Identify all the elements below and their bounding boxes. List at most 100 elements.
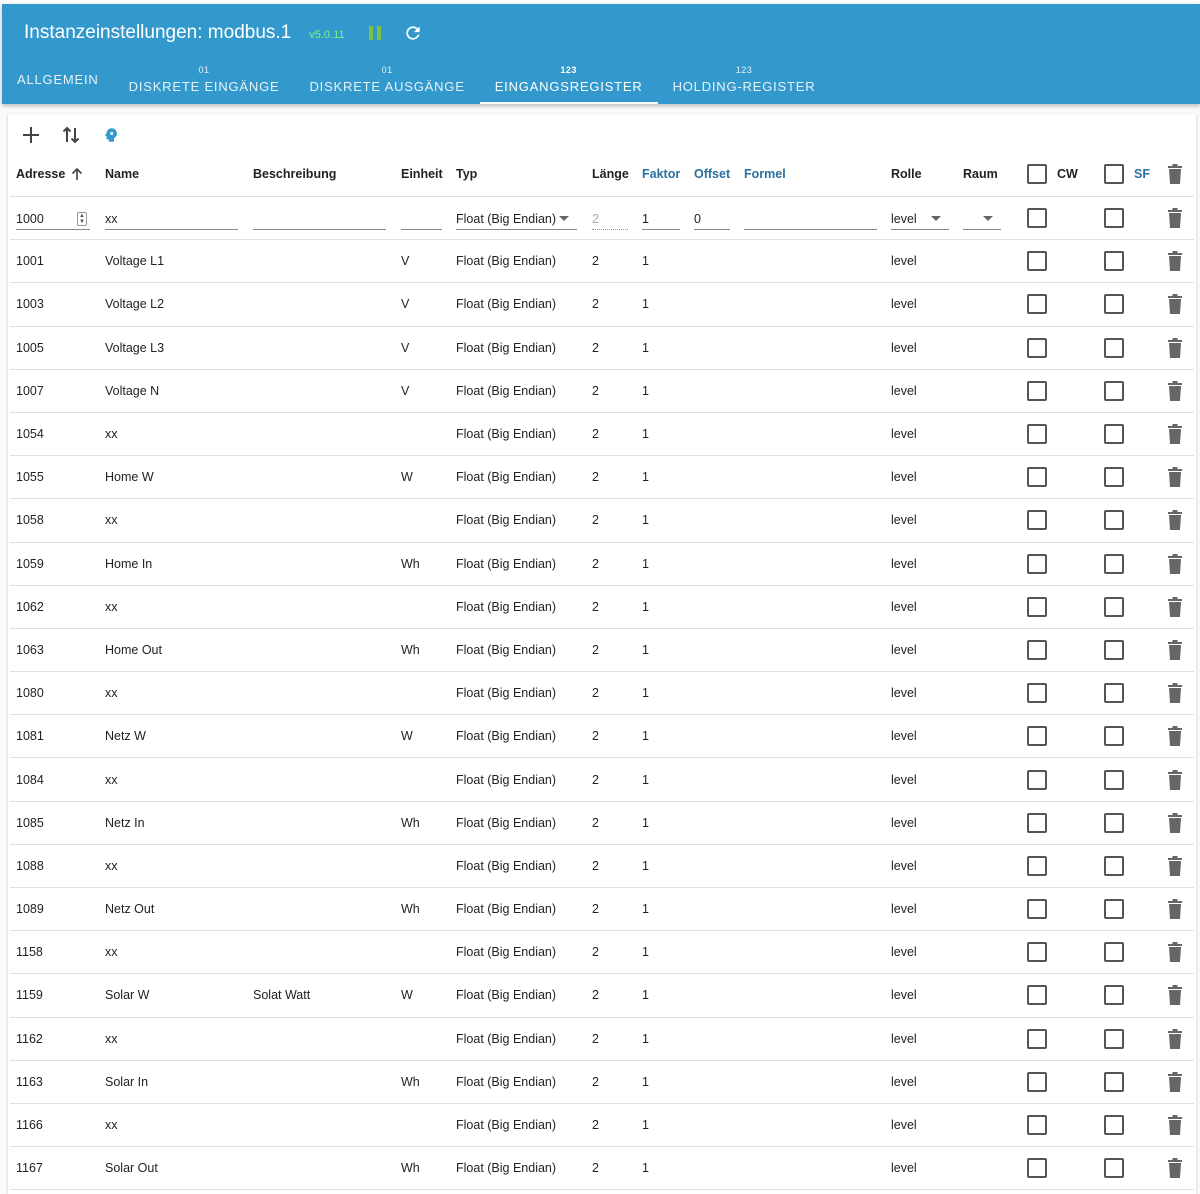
sf-checkbox[interactable] [1103,974,1125,1016]
trash-icon[interactable] [1167,208,1183,229]
sf-checkbox[interactable] [1103,1104,1125,1146]
checkbox[interactable] [1104,337,1124,358]
select-all-sf-checkbox[interactable] [1103,152,1125,196]
trash-icon[interactable] [1167,639,1183,660]
checkbox[interactable] [1104,985,1124,1006]
cw-checkbox[interactable] [1026,758,1048,800]
table-row[interactable]: 1159 Solar W Solat Watt W Float (Big End… [10,974,1194,1018]
checkbox[interactable] [1027,769,1047,790]
checkbox[interactable] [1104,510,1124,531]
table-row[interactable]: 1007 Voltage N V Float (Big Endian) 2 1 … [10,370,1194,413]
sf-checkbox[interactable] [1103,758,1125,800]
checkbox[interactable] [1104,467,1124,488]
cw-checkbox[interactable] [1026,1104,1048,1146]
delete-row-button[interactable] [1164,974,1186,1016]
trash-icon[interactable] [1167,683,1183,704]
sf-checkbox[interactable] [1103,802,1125,844]
delete-row-button[interactable] [1164,543,1186,585]
tab-eingangsregister[interactable]: 123 EINGANGSREGISTER [479,54,658,104]
trash-icon[interactable] [1167,985,1183,1006]
table-row[interactable]: 1005 Voltage L3 V Float (Big Endian) 2 1… [10,327,1194,370]
table-row[interactable]: 1085 Netz In Wh Float (Big Endian) 2 1 l… [10,802,1194,845]
sf-checkbox[interactable] [1103,672,1125,714]
delete-row-button[interactable] [1164,499,1186,541]
sf-checkbox[interactable] [1103,197,1125,239]
checkbox[interactable] [1104,769,1124,790]
checkbox[interactable] [1027,855,1047,876]
trash-icon[interactable] [1167,855,1183,876]
table-row[interactable]: 1058 xx Float (Big Endian) 2 1 level [10,499,1194,543]
stepper-icon[interactable]: ▲ ▼ [77,211,87,226]
table-row[interactable]: 1162 xx Float (Big Endian) 2 1 level [10,1018,1194,1061]
delete-row-button[interactable] [1164,1061,1186,1103]
cw-checkbox[interactable] [1026,974,1048,1016]
table-row[interactable]: 1080 xx Float (Big Endian) 2 1 level [10,672,1194,716]
import-export-icon[interactable] [58,122,84,148]
ai-head-icon[interactable] [98,122,124,148]
cw-checkbox[interactable] [1026,456,1048,498]
checkbox[interactable] [1104,553,1124,574]
delete-row-button[interactable] [1164,758,1186,800]
checkbox[interactable] [1027,1071,1047,1092]
checkbox[interactable] [1104,726,1124,747]
trash-icon[interactable] [1167,164,1183,184]
sf-checkbox[interactable] [1103,283,1125,325]
checkbox[interactable] [1027,683,1047,704]
checkbox[interactable] [1027,1115,1047,1136]
sf-checkbox[interactable] [1103,629,1125,671]
table-row[interactable]: 1081 Netz W W Float (Big Endian) 2 1 lev… [10,715,1194,759]
cw-checkbox[interactable] [1026,413,1048,455]
cw-checkbox[interactable] [1026,543,1048,585]
delete-row-button[interactable] [1164,715,1186,757]
column-header-offset[interactable]: Offset [694,152,734,196]
cw-checkbox[interactable] [1026,1061,1048,1103]
tab-holding-register[interactable]: 123 HOLDING-REGISTER [658,54,831,104]
cw-checkbox[interactable] [1026,499,1048,541]
table-row[interactable]: 1054 xx Float (Big Endian) 2 1 level [10,413,1194,457]
checkbox[interactable] [1104,208,1124,229]
tab-allgemein[interactable]: ALLGEMEIN [2,54,114,104]
trash-icon[interactable] [1167,899,1183,920]
checkbox[interactable] [1027,208,1047,229]
tab-diskrete-eingaenge[interactable]: 01 DISKRETE EINGÄNGE [114,54,295,104]
description-input[interactable] [253,208,386,231]
sf-checkbox[interactable] [1103,1018,1125,1060]
checkbox[interactable] [1027,985,1047,1006]
trash-icon[interactable] [1167,424,1183,445]
delete-row-button[interactable] [1164,1018,1186,1060]
checkbox[interactable] [1027,639,1047,660]
trash-icon[interactable] [1167,251,1183,272]
formula-input[interactable] [744,208,877,231]
checkbox[interactable] [1104,1071,1124,1092]
column-header-factor[interactable]: Faktor [642,152,682,196]
checkbox[interactable] [1027,942,1047,963]
type-select[interactable]: Float (Big Endian) [456,208,577,231]
checkbox[interactable] [1104,1115,1124,1136]
delete-row-button[interactable] [1164,672,1186,714]
checkbox[interactable] [1104,639,1124,660]
factor-input[interactable]: 1 [642,208,680,231]
table-row[interactable]: 1001 Voltage L1 V Float (Big Endian) 2 1… [10,240,1194,284]
cw-checkbox[interactable] [1026,931,1048,973]
delete-row-button[interactable] [1164,802,1186,844]
delete-row-button[interactable] [1164,1104,1186,1146]
checkbox[interactable] [1104,1028,1124,1049]
cw-checkbox[interactable] [1026,240,1048,282]
reload-icon[interactable] [403,23,423,43]
checkbox[interactable] [1104,596,1124,617]
checkbox[interactable] [1027,812,1047,833]
cw-checkbox[interactable] [1026,370,1048,412]
offset-input[interactable]: 0 [694,208,730,231]
cw-checkbox[interactable] [1026,715,1048,757]
checkbox[interactable] [1104,251,1124,272]
trash-icon[interactable] [1167,812,1183,833]
delete-all-button[interactable] [1164,152,1186,196]
checkbox[interactable] [1027,726,1047,747]
cw-checkbox[interactable] [1026,283,1048,325]
checkbox[interactable] [1027,467,1047,488]
checkbox[interactable] [1104,899,1124,920]
cw-checkbox[interactable] [1026,802,1048,844]
sf-checkbox[interactable] [1103,845,1125,887]
delete-row-button[interactable] [1164,629,1186,671]
sf-checkbox[interactable] [1103,715,1125,757]
